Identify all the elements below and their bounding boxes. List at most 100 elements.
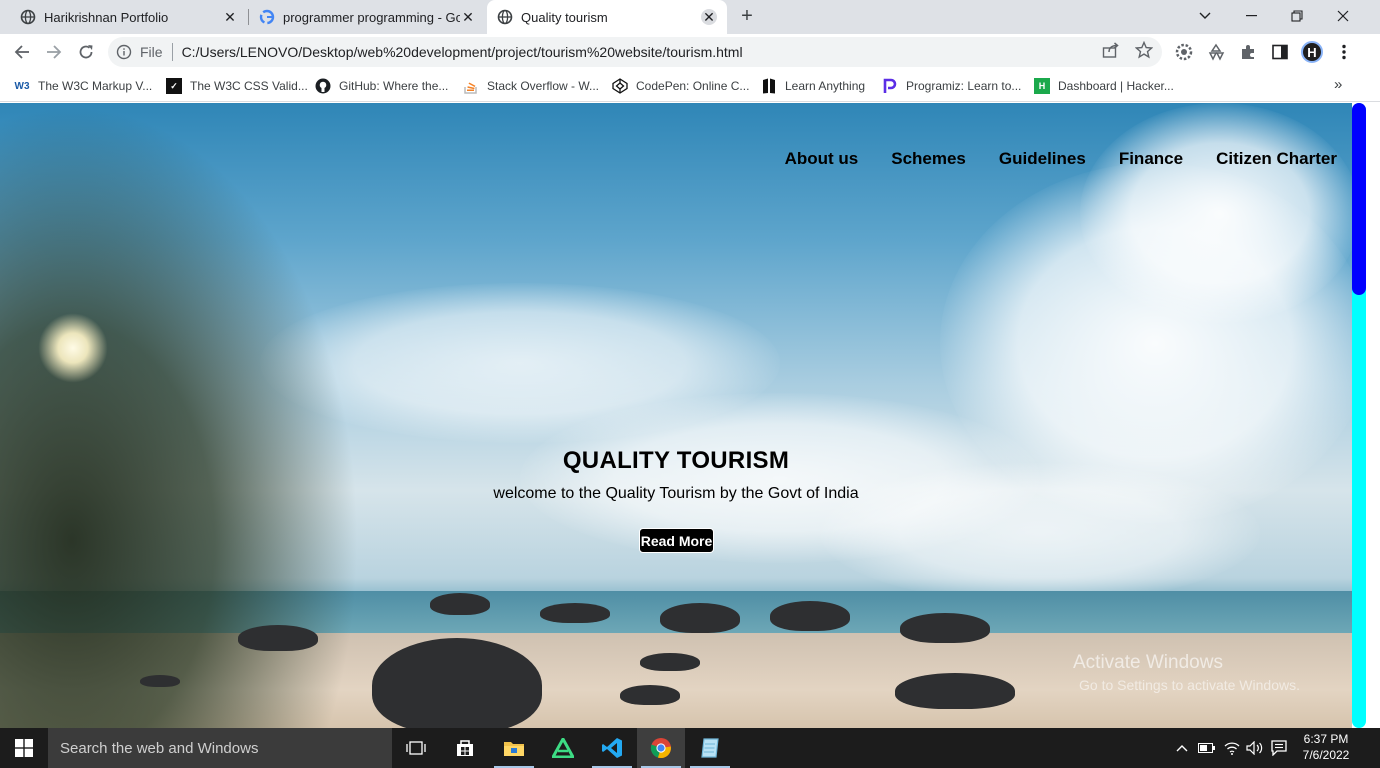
bookmark-label: The W3C CSS Valid... <box>190 79 308 93</box>
google-icon <box>259 9 275 25</box>
codepen-icon <box>612 78 628 94</box>
nav-link-about-us[interactable]: About us <box>785 149 859 169</box>
nav-link-finance[interactable]: Finance <box>1119 149 1183 169</box>
notifications-icon[interactable] <box>1267 728 1291 768</box>
minimize-icon[interactable] <box>1228 0 1274 32</box>
restore-icon[interactable] <box>1274 0 1320 32</box>
taskbar-clock[interactable]: 6:37 PM 7/6/2022 <box>1296 731 1356 763</box>
close-tab-icon[interactable]: ✕ <box>222 9 238 25</box>
rock-shape <box>140 675 180 687</box>
rock-shape <box>540 603 610 623</box>
rock-shape <box>660 603 740 633</box>
read-more-button[interactable]: Read More <box>639 528 714 553</box>
sun-shape <box>38 313 108 383</box>
window-right-edge <box>1366 103 1380 728</box>
tab-portfolio[interactable]: Harikrishnan Portfolio ✕ <box>0 0 248 34</box>
share-icon[interactable] <box>1102 41 1120 59</box>
bookmarks-overflow-icon[interactable]: » <box>1334 76 1352 96</box>
tab-title: Quality tourism <box>521 9 608 25</box>
activate-windows-hint: Go to Settings to activate Windows. <box>1079 677 1300 693</box>
vscode-icon[interactable] <box>588 728 636 768</box>
rock-shape <box>770 601 850 631</box>
globe-icon <box>497 9 513 25</box>
nav-link-schemes[interactable]: Schemes <box>891 149 966 169</box>
file-explorer-icon[interactable] <box>490 728 538 768</box>
forward-icon[interactable] <box>42 40 66 64</box>
tab-search-icon[interactable] <box>1182 0 1228 32</box>
bookmark-hackerrank[interactable]: H Dashboard | Hacker... <box>1034 76 1174 96</box>
extensions-puzzle-icon[interactable] <box>1238 42 1258 62</box>
reload-icon[interactable] <box>74 40 98 64</box>
close-window-icon[interactable] <box>1320 0 1366 32</box>
tab-title: Harikrishnan Portfolio <box>44 9 169 25</box>
task-view-icon[interactable] <box>392 728 440 768</box>
protocol-label: File <box>140 44 163 60</box>
omnibox-divider <box>171 43 173 61</box>
address-bar[interactable]: File C:/Users/LENOVO/Desktop/web%20devel… <box>108 37 1162 67</box>
windows-start-icon[interactable] <box>0 728 48 768</box>
rock-shape <box>895 673 1015 709</box>
tray-overflow-chevron-icon[interactable] <box>1170 728 1194 768</box>
info-icon[interactable] <box>116 44 132 60</box>
hero-subtitle: welcome to the Quality Tourism by the Go… <box>493 485 859 502</box>
bookmark-github[interactable]: GitHub: Where the... <box>315 76 448 96</box>
page-scrollbar-thumb[interactable] <box>1352 103 1366 295</box>
bookmark-stackoverflow[interactable]: Stack Overflow - W... <box>463 76 599 96</box>
nav-link-citizen-charter[interactable]: Citizen Charter <box>1216 149 1337 169</box>
bookmark-label: Stack Overflow - W... <box>487 79 600 93</box>
bookmark-star-icon[interactable] <box>1135 41 1153 59</box>
bookmark-label: Learn Anything <box>785 79 866 93</box>
hero-title: QUALITY TOURISM <box>562 447 790 474</box>
bookmark-w3c-markup[interactable]: W3 The W3C Markup V... <box>14 76 153 96</box>
browser-tab-strip: Harikrishnan Portfolio ✕ programmer prog… <box>0 0 1380 34</box>
rock-shape <box>900 613 990 643</box>
clock-time: 6:37 PM <box>1303 732 1349 746</box>
new-tab-icon[interactable]: + <box>737 6 757 27</box>
globe-icon <box>20 9 36 25</box>
bookmark-label: Programiz: Learn to... <box>906 79 1022 93</box>
battery-icon[interactable] <box>1195 728 1219 768</box>
bookmark-w3c-css[interactable]: ✓ The W3C CSS Valid... <box>166 76 308 96</box>
rock-shape <box>430 593 490 615</box>
clock-date: 7/6/2022 <box>1302 748 1350 762</box>
url-text[interactable]: C:/Users/LENOVO/Desktop/web%20developmen… <box>182 44 743 60</box>
store-icon[interactable] <box>441 728 489 768</box>
bookmark-label: Dashboard | Hacker... <box>1058 79 1174 93</box>
close-tab-icon[interactable]: ✕ <box>701 9 717 25</box>
bookmark-codepen[interactable]: CodePen: Online C... <box>612 76 749 96</box>
rock-shape <box>620 685 680 705</box>
stackoverflow-icon <box>463 78 479 94</box>
tab-title: programmer programming - Goo <box>283 9 460 25</box>
side-panel-icon[interactable] <box>1270 42 1290 62</box>
close-tab-icon[interactable]: ✕ <box>460 9 476 25</box>
activate-windows-title: Activate Windows <box>1073 652 1223 673</box>
android-studio-icon[interactable] <box>539 728 587 768</box>
taskbar-search-input[interactable]: Search the web and Windows <box>48 728 392 768</box>
css-validator-icon: ✓ <box>166 78 182 94</box>
rock-shape <box>238 625 318 651</box>
rock-shape <box>372 638 542 728</box>
wifi-icon[interactable] <box>1220 728 1244 768</box>
more-menu-icon[interactable] <box>1334 42 1354 62</box>
programiz-icon <box>882 78 898 94</box>
tab-quality-tourism[interactable]: Quality tourism ✕ <box>487 0 727 34</box>
extension-recycle-icon[interactable] <box>1206 42 1226 62</box>
notepad-icon[interactable] <box>686 728 734 768</box>
bookmarks-bar: W3 The W3C Markup V... ✓ The W3C CSS Val… <box>0 70 1380 102</box>
site-nav: About us Schemes Guidelines Finance Citi… <box>785 149 1337 169</box>
cloud-shape <box>820 463 1260 603</box>
bookmark-label: GitHub: Where the... <box>339 79 449 93</box>
hackerrank-icon: H <box>1034 78 1050 94</box>
tab-google-search[interactable]: programmer programming - Goo ✕ <box>249 0 486 34</box>
windows-taskbar: Search the web and Windows 6:37 PM 7/6/2… <box>0 728 1380 768</box>
bookmark-learn-anything[interactable]: Learn Anything <box>761 76 865 96</box>
chrome-icon[interactable] <box>637 728 685 768</box>
w3c-icon: W3 <box>14 80 30 92</box>
nav-link-guidelines[interactable]: Guidelines <box>999 149 1086 169</box>
extension-gear-icon[interactable] <box>1174 42 1194 62</box>
bookmark-programiz[interactable]: Programiz: Learn to... <box>882 76 1021 96</box>
learn-anything-icon <box>761 78 777 94</box>
volume-icon[interactable] <box>1243 728 1267 768</box>
profile-avatar[interactable]: H <box>1301 41 1323 63</box>
back-icon[interactable] <box>10 40 34 64</box>
